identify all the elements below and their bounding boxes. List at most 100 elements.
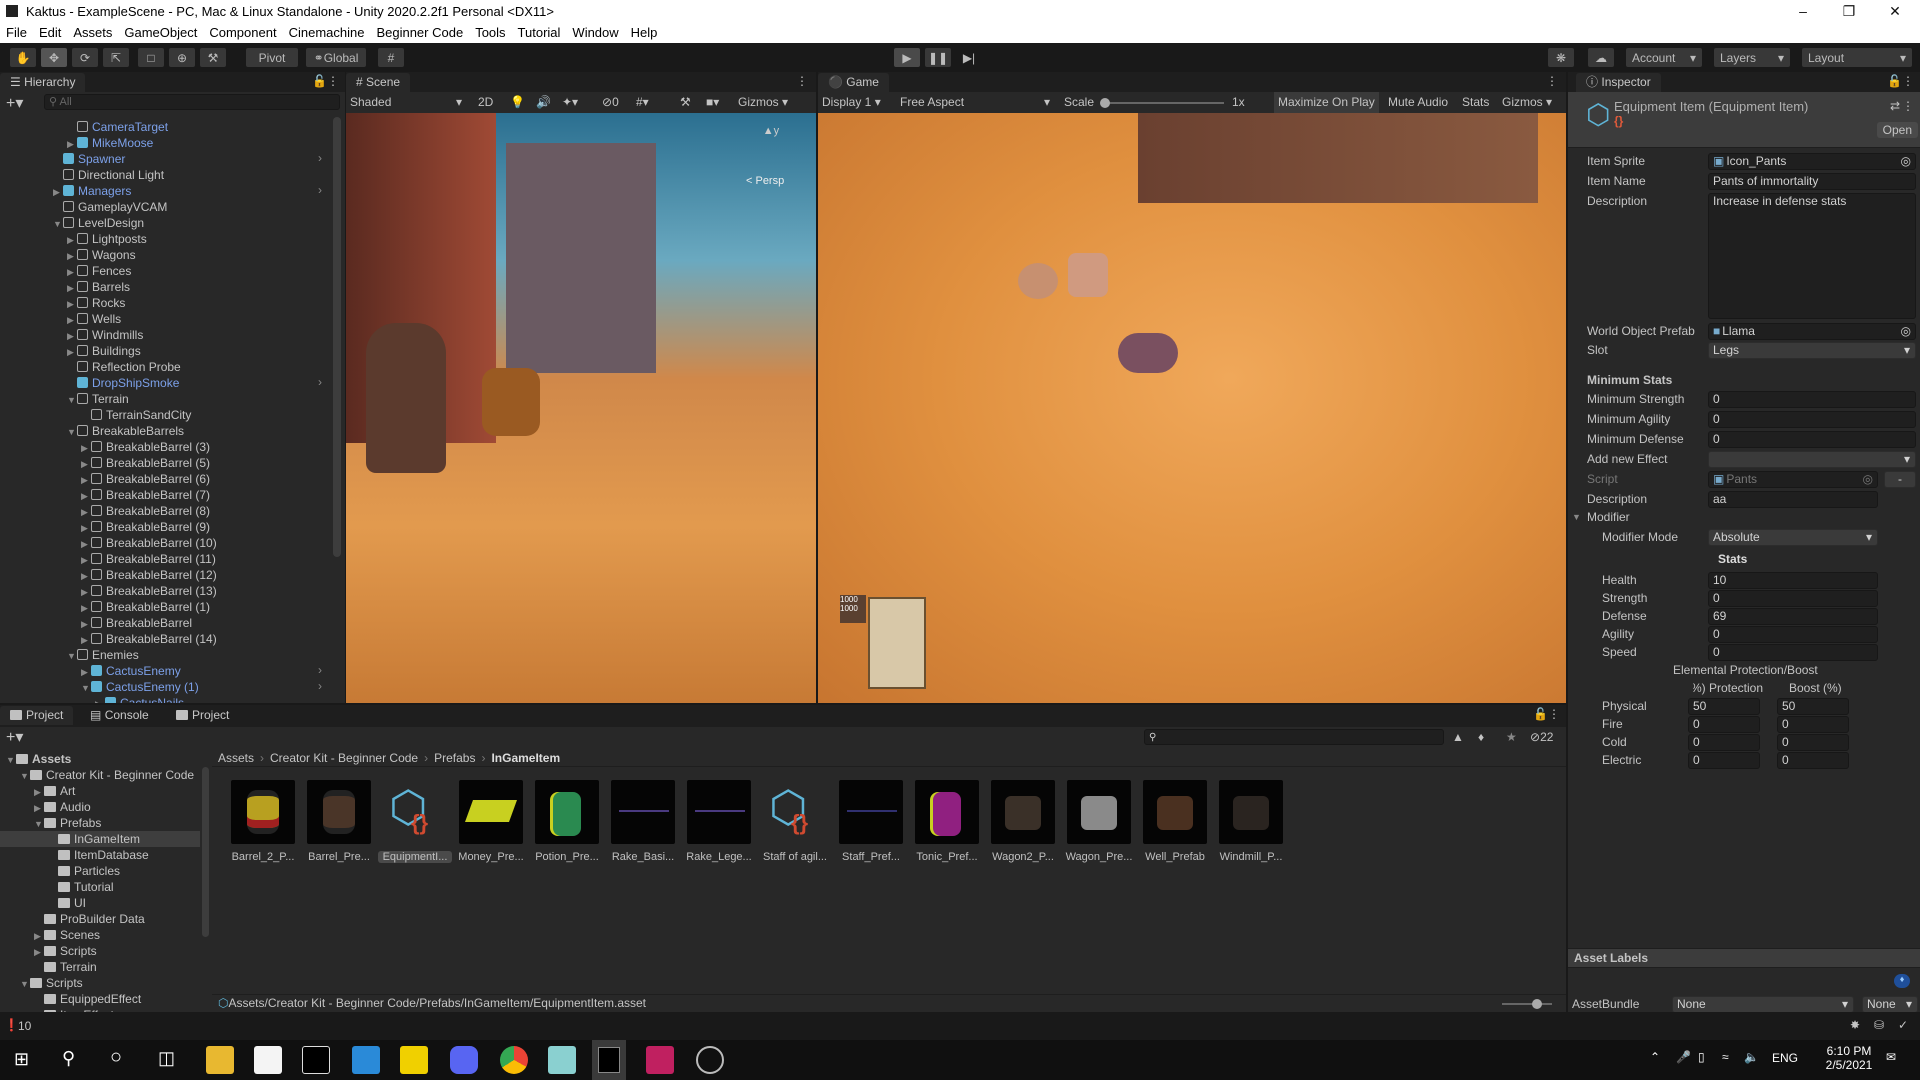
breadcrumb-item[interactable]: InGameItem: [491, 751, 560, 765]
hierarchy-item[interactable]: ▶ BreakableBarrel (1): [81, 599, 210, 615]
warning-icon[interactable]: ❗: [4, 1018, 19, 1032]
tab-game[interactable]: ⚫ Game: [818, 73, 889, 92]
menu-window[interactable]: Window: [572, 25, 618, 40]
project-folder[interactable]: ▶ Art: [34, 783, 200, 799]
description-textarea[interactable]: Increase in defense stats: [1708, 193, 1916, 319]
dolby-icon[interactable]: [302, 1046, 330, 1074]
mail-icon[interactable]: [352, 1046, 380, 1074]
project-folder[interactable]: EquippedEffect: [34, 991, 200, 1007]
tab-hierarchy[interactable]: ☰ Hierarchy: [0, 73, 86, 92]
game-viewport[interactable]: 1000 1000: [818, 113, 1566, 703]
effect-description-input[interactable]: aa: [1708, 491, 1878, 508]
expand-arrow-icon[interactable]: ▼: [34, 816, 44, 831]
cloud-icon[interactable]: ☁: [1588, 48, 1614, 67]
expand-arrow-icon[interactable]: ▶: [81, 456, 91, 472]
open-prefab-chevron-icon[interactable]: ›: [318, 663, 322, 677]
menu-file[interactable]: File: [6, 25, 27, 40]
expand-arrow-icon[interactable]: ▶: [67, 296, 77, 312]
hierarchy-item[interactable]: ▶ BreakableBarrel (7): [81, 487, 210, 503]
expand-arrow-icon[interactable]: ▶: [81, 616, 91, 632]
hierarchy-item[interactable]: CameraTarget: [67, 119, 168, 135]
hierarchy-item[interactable]: ▶ BreakableBarrel (9): [81, 519, 210, 535]
file-explorer-icon[interactable]: [206, 1046, 234, 1074]
grid-toggle-icon[interactable]: #▾: [636, 95, 649, 109]
asset-item[interactable]: Staff_Pref...: [834, 780, 908, 863]
hierarchy-item[interactable]: ▼ Terrain: [67, 391, 129, 407]
asset-item[interactable]: Rake_Basi...: [606, 780, 680, 863]
cache-server-icon[interactable]: ⛁: [1874, 1018, 1884, 1032]
icon-size-handle[interactable]: [1532, 999, 1542, 1009]
asset-item[interactable]: ⬡{} Staff of agil...: [758, 780, 832, 864]
hierarchy-item[interactable]: ▶ BreakableBarrel (3): [81, 439, 210, 455]
asset-item[interactable]: Wagon_Pre...: [1062, 780, 1136, 863]
progress-check-icon[interactable]: ✓: [1898, 1018, 1908, 1032]
obs-icon[interactable]: [696, 1046, 724, 1074]
pivot-toggle[interactable]: Pivot: [246, 48, 298, 67]
boost-input[interactable]: 0: [1777, 752, 1849, 769]
boost-input[interactable]: 0: [1777, 734, 1849, 751]
scale-slider-handle[interactable]: [1100, 98, 1110, 108]
favorites-star-icon[interactable]: ★: [1506, 730, 1517, 744]
unity-taskbar-item[interactable]: [592, 1040, 626, 1080]
microphone-icon[interactable]: 🎤: [1676, 1050, 1691, 1064]
layout-dropdown[interactable]: Layout ▾: [1802, 48, 1912, 67]
scale-tool-button[interactable]: ⇱: [103, 48, 129, 67]
volume-icon[interactable]: 🔈: [1744, 1050, 1759, 1064]
custom-tool-button[interactable]: ⚒: [200, 48, 226, 67]
hierarchy-item[interactable]: GameplayVCAM: [53, 199, 167, 215]
open-prefab-chevron-icon[interactable]: ›: [318, 183, 322, 197]
open-prefab-chevron-icon[interactable]: ›: [318, 375, 322, 389]
stat-input[interactable]: 69: [1708, 608, 1878, 625]
stats-toggle[interactable]: Stats: [1462, 95, 1489, 109]
project-folder[interactable]: ▼ Scripts: [20, 975, 200, 991]
camera-dropdown-icon[interactable]: ■▾: [706, 95, 719, 109]
more-icon[interactable]: ⋮: [796, 74, 808, 88]
hierarchy-item[interactable]: ▶ CactusNails: [95, 695, 184, 703]
rider-icon[interactable]: [646, 1046, 674, 1074]
object-picker-icon[interactable]: ◎: [1863, 472, 1873, 487]
minimum-stat-input[interactable]: 0: [1708, 431, 1916, 448]
tab-scene[interactable]: # Scene: [346, 73, 411, 92]
expand-arrow-icon[interactable]: ▶: [67, 232, 77, 248]
hierarchy-item[interactable]: ▶ BreakableBarrel: [81, 615, 192, 631]
hierarchy-item[interactable]: ▶ Managers: [53, 183, 131, 199]
2d-toggle[interactable]: 2D: [478, 95, 493, 109]
open-prefab-chevron-icon[interactable]: ›: [318, 151, 322, 165]
cortana-icon[interactable]: ○: [110, 1046, 122, 1069]
expand-arrow-icon[interactable]: ▶: [67, 264, 77, 280]
search-icon[interactable]: ⚲: [62, 1048, 75, 1069]
project-folder[interactable]: ProBuilder Data: [34, 911, 200, 927]
asset-item[interactable]: Potion_Pre...: [530, 780, 604, 863]
hierarchy-item[interactable]: ▶ Windmills: [67, 327, 143, 343]
expand-arrow-icon[interactable]: ▼: [53, 216, 63, 232]
expand-arrow-icon[interactable]: ▶: [67, 136, 77, 152]
console-count[interactable]: 10: [18, 1019, 31, 1033]
rect-tool-button[interactable]: □: [138, 48, 164, 67]
stat-input[interactable]: 0: [1708, 644, 1878, 661]
lighting-toggle-icon[interactable]: 💡: [510, 95, 525, 109]
scene-gizmos-dropdown[interactable]: Gizmos ▾: [738, 95, 788, 109]
hierarchy-item[interactable]: ▶ BreakableBarrel (8): [81, 503, 210, 519]
expand-arrow-icon[interactable]: ▼: [81, 680, 91, 696]
protection-input[interactable]: 0: [1688, 716, 1760, 733]
expand-arrow-icon[interactable]: ▶: [81, 536, 91, 552]
hierarchy-item[interactable]: ▼ Enemies: [67, 647, 139, 663]
expand-arrow-icon[interactable]: ▶: [81, 472, 91, 488]
hierarchy-item[interactable]: DropShipSmoke: [67, 375, 179, 391]
maximize-button[interactable]: ❐: [1826, 0, 1872, 22]
script-field[interactable]: ▣ Pants ◎: [1708, 471, 1878, 488]
hierarchy-item[interactable]: ▶ BreakableBarrel (10): [81, 535, 217, 551]
expand-arrow-icon[interactable]: ▶: [34, 800, 44, 815]
menu-cinemachine[interactable]: Cinemachine: [289, 25, 365, 40]
more-icon[interactable]: ⋮: [327, 74, 339, 88]
hierarchy-item[interactable]: ▶ CactusEnemy: [81, 663, 181, 679]
menu-assets[interactable]: Assets: [73, 25, 112, 40]
expand-arrow-icon[interactable]: ▶: [67, 328, 77, 344]
modifier-mode-dropdown[interactable]: Absolute ▾: [1708, 529, 1878, 546]
filter-by-type-icon[interactable]: ▲: [1452, 730, 1464, 744]
object-picker-icon[interactable]: ◎: [1901, 324, 1911, 339]
task-view-icon[interactable]: ◫: [158, 1048, 175, 1069]
hierarchy-item[interactable]: ▶ Barrels: [67, 279, 130, 295]
expand-arrow-icon[interactable]: ▼: [67, 648, 77, 664]
hierarchy-item[interactable]: ▶ Rocks: [67, 295, 125, 311]
